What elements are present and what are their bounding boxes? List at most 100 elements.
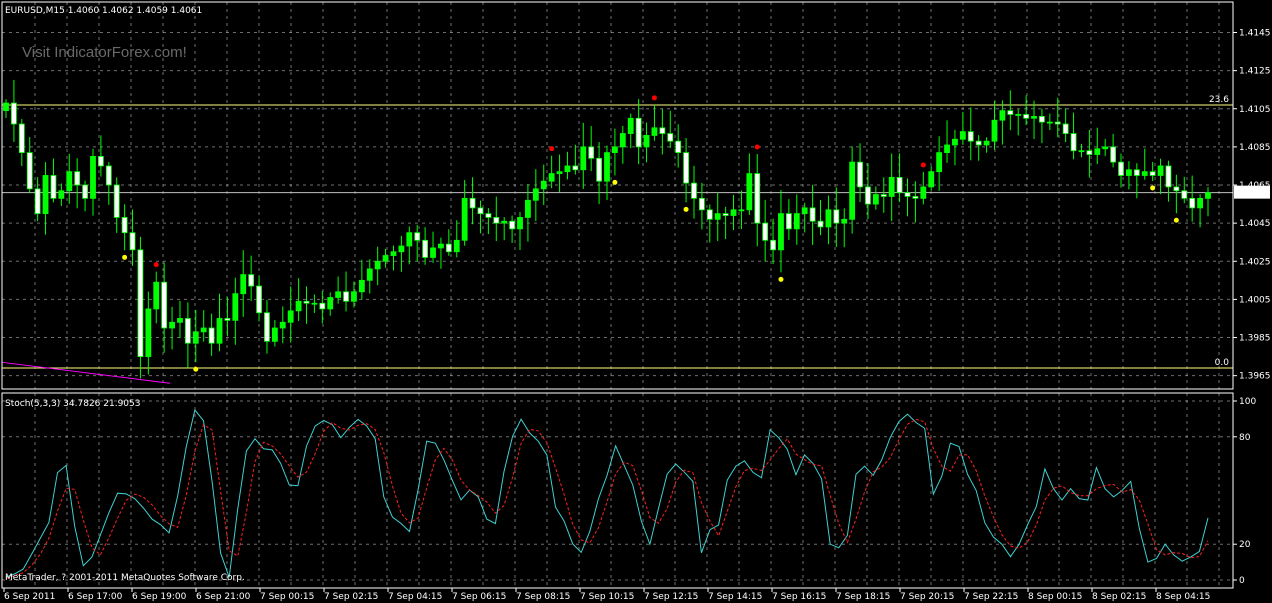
price-tick-label: 1.4085	[1239, 143, 1271, 153]
candle-body	[1197, 197, 1203, 209]
candle-body	[469, 197, 476, 209]
candle-body	[422, 239, 429, 258]
candle-body	[11, 102, 17, 125]
candle-body	[327, 297, 334, 310]
candle-body	[722, 213, 729, 216]
candle-body	[105, 165, 112, 186]
fractal-low-dot	[683, 206, 689, 212]
fractal-dots	[122, 95, 1179, 372]
candle-body	[74, 171, 81, 186]
candle-body	[366, 268, 373, 281]
fractal-high-dot	[920, 162, 926, 168]
fractal-high-dot	[549, 146, 555, 152]
candle-body	[904, 192, 911, 197]
candle-body	[730, 209, 737, 216]
candle-body	[414, 232, 421, 241]
candle-body	[872, 194, 879, 205]
window-frames	[1, 1, 1234, 589]
candle-body	[224, 318, 231, 321]
candle-body	[248, 274, 255, 287]
fractal-low-dot	[612, 179, 618, 185]
time-tick-label: 7 Sep 08:15	[516, 592, 570, 602]
candle-body	[295, 300, 302, 312]
trendline	[1, 361, 171, 384]
candle-body	[1173, 186, 1180, 192]
stoch-tick-label: 80	[1239, 433, 1251, 443]
candle-body	[596, 157, 602, 182]
current-price-label: 1.4061	[1237, 189, 1269, 199]
candle-body	[1054, 121, 1061, 125]
candle-body	[453, 239, 460, 253]
candle-body	[793, 213, 800, 230]
candle-body	[3, 102, 9, 112]
time-tick-label: 8 Sep 00:15	[1028, 592, 1082, 602]
candle-body	[651, 127, 658, 136]
candle-body	[880, 194, 887, 197]
stochastic-lines	[5, 408, 1209, 579]
price-tick-label: 1.4045	[1239, 219, 1271, 229]
time-tick-label: 7 Sep 22:15	[964, 592, 1018, 602]
candle-body	[461, 197, 468, 241]
candle-body	[1118, 161, 1124, 176]
candle-body	[97, 156, 104, 167]
candle-body	[817, 220, 824, 228]
price-tick-label: 1.3965	[1239, 372, 1271, 382]
time-tick-label: 8 Sep 04:15	[1156, 592, 1210, 602]
candle-body	[90, 156, 96, 199]
candle-body	[944, 144, 950, 154]
candle-body	[129, 232, 136, 251]
candle-body	[809, 207, 816, 222]
candle-body	[896, 176, 903, 194]
candle-body	[208, 327, 215, 344]
candle-body	[1102, 146, 1109, 150]
candle-body	[754, 173, 761, 224]
candle-body	[58, 190, 65, 199]
time-tick-label: 7 Sep 14:15	[708, 592, 762, 602]
candle-body	[137, 249, 144, 357]
time-tick-label: 6 Sep 21:00	[196, 592, 251, 602]
candle-body	[1133, 169, 1140, 176]
candle-body	[34, 188, 41, 215]
time-tick-label: 6 Sep 17:00	[68, 592, 123, 602]
fractal-high-dot	[754, 144, 760, 150]
candle-body	[564, 165, 571, 173]
candle-body	[1062, 123, 1069, 134]
fib-level-label: 0.0	[1215, 358, 1230, 368]
fractal-low-dot	[1150, 185, 1156, 191]
time-tick-label: 7 Sep 18:15	[836, 592, 890, 602]
stochastic-grid	[2, 393, 1233, 588]
candle-body	[635, 117, 642, 148]
candlestick-series[interactable]	[3, 79, 1211, 379]
candle-body	[161, 281, 168, 329]
price-tick-label: 1.4125	[1239, 67, 1271, 77]
candle-body	[1181, 190, 1188, 199]
candle-body	[264, 312, 270, 342]
fractal-low-dot	[778, 276, 784, 282]
candle-body	[778, 213, 784, 251]
candle-body	[857, 161, 863, 188]
watermark-text: Visit IndicatorForex.com!	[22, 44, 187, 61]
candle-body	[335, 291, 342, 298]
candle-body	[153, 281, 160, 310]
fractal-low-dot	[1173, 217, 1179, 223]
candle-body	[975, 140, 982, 146]
candle-body	[485, 213, 492, 218]
time-tick-label: 7 Sep 20:15	[900, 592, 954, 602]
time-tick-label: 6 Sep 19:00	[132, 592, 187, 602]
candle-body	[762, 222, 769, 241]
trading-chart[interactable]: 23.60.0 1.41451.41251.41051.40851.40651.…	[0, 0, 1272, 603]
time-tick-label: 8 Sep 02:15	[1092, 592, 1146, 602]
candle-body	[841, 218, 848, 224]
candle-body	[532, 188, 539, 201]
time-tick-label: 7 Sep 02:15	[324, 592, 378, 602]
stoch-tick-label: 20	[1239, 540, 1251, 550]
candle-body	[66, 171, 73, 192]
candle-body	[588, 146, 595, 159]
candle-body	[358, 279, 365, 293]
price-tick-label: 1.4105	[1239, 105, 1271, 115]
candle-body	[232, 293, 239, 321]
stochastic-header: Stoch(5,3,3) 34.7826 21.9053	[5, 399, 140, 409]
price-tick-label: 1.4025	[1239, 257, 1271, 267]
candle-body	[738, 209, 745, 212]
candle-body	[785, 213, 792, 230]
